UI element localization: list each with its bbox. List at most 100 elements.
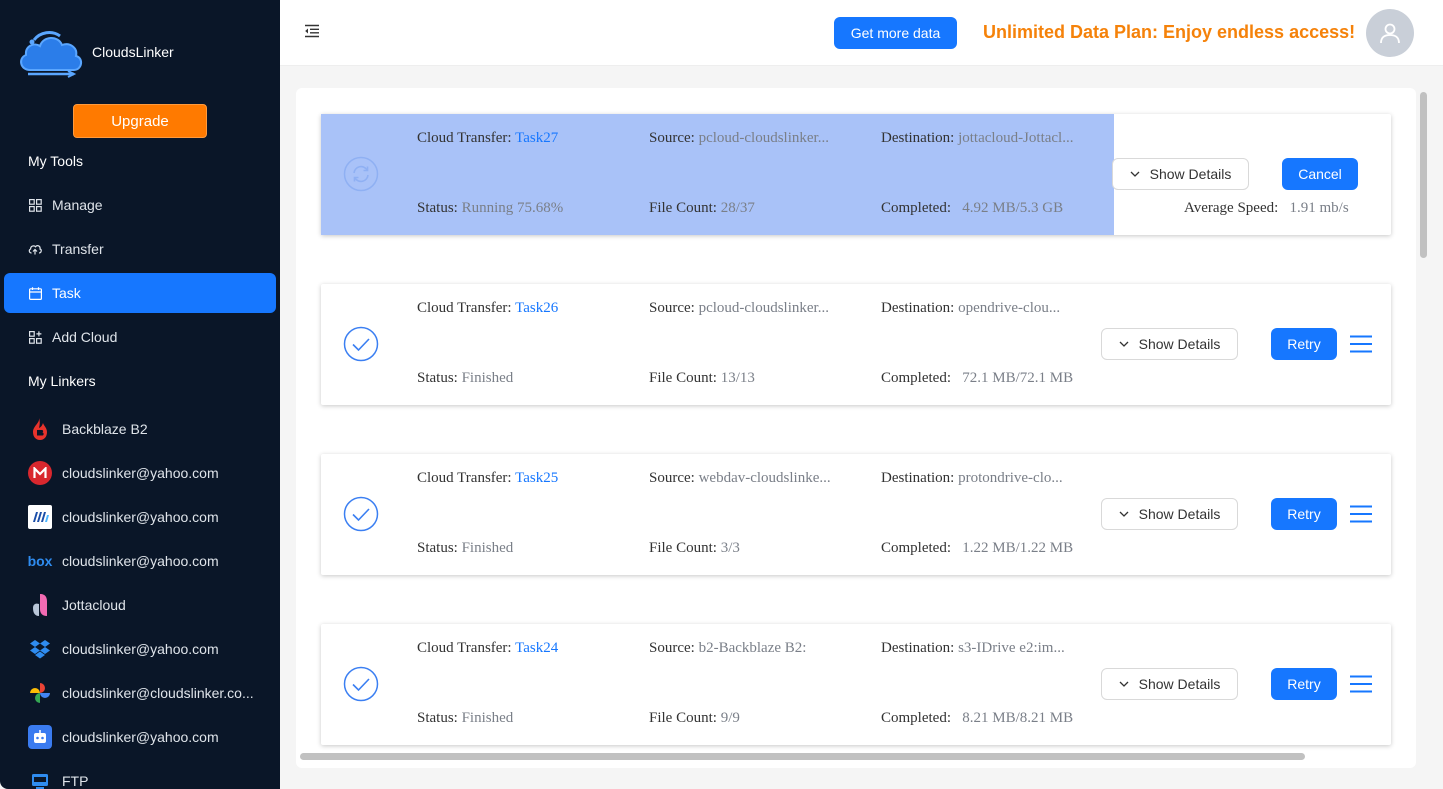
task-card: Cloud Transfer: Task26 Source: pcloud-cl… (321, 284, 1391, 405)
check-circle-icon (343, 326, 379, 362)
upgrade-button[interactable]: Upgrade (73, 104, 207, 138)
retry-button[interactable]: Retry (1271, 668, 1337, 700)
linker-item[interactable]: cloudslinker@cloudslinker.co... (28, 678, 254, 708)
source-field: Source: webdav-cloudslinke... (649, 470, 831, 486)
robot-icon (28, 725, 52, 749)
completed-field: Completed: 72.1 MB/72.1 MB (881, 370, 1074, 386)
task-name-link[interactable]: Task26 (515, 300, 558, 316)
mega-icon (28, 461, 52, 485)
status-field: Status: Finished (417, 710, 514, 726)
destination-field: Destination: protondrive-clo... (881, 470, 1063, 486)
menu-icon[interactable] (1350, 505, 1372, 523)
chevron-down-icon (1130, 171, 1140, 177)
promo-text[interactable]: Unlimited Data Plan: Enjoy endless acces… (983, 22, 1355, 43)
show-details-button[interactable]: Show Details (1101, 328, 1238, 360)
linker-item[interactable]: cloudslinker@yahoo.com (28, 634, 219, 664)
cloud-transfer-field: Cloud Transfer: Task26 (417, 300, 559, 316)
linker-label: cloudslinker@yahoo.com (62, 465, 219, 481)
cloud-logo-icon (20, 31, 82, 78)
status-field: Status: Finished (417, 540, 514, 556)
show-details-button[interactable]: Show Details (1112, 158, 1249, 190)
source-field: Source: b2-Backblaze B2: (649, 640, 807, 656)
sidebar-item-label: Add Cloud (52, 329, 118, 345)
linker-label: Jottacloud (62, 597, 126, 613)
destination-field: Destination: s3-IDrive e2:im... (881, 640, 1065, 656)
linker-label: Backblaze B2 (62, 421, 148, 437)
sidebar-item-label: Manage (52, 197, 103, 213)
task-card: Cloud Transfer: Task27 Source: pcloud-cl… (321, 114, 1391, 235)
task-name-link[interactable]: Task25 (515, 470, 558, 486)
horizontal-scrollbar[interactable] (296, 750, 1416, 762)
chevron-down-icon (1119, 341, 1129, 347)
linker-label: FTP (62, 773, 89, 789)
ftp-icon (28, 769, 52, 789)
menu-icon[interactable] (1350, 335, 1372, 353)
my-tools-title: My Tools (28, 153, 83, 169)
average-speed-field: Average Speed: 1.91 mb/s (1184, 200, 1349, 216)
task-list: Cloud Transfer: Task27 Source: pcloud-cl… (296, 88, 1416, 768)
vertical-scrollbar[interactable] (1417, 88, 1429, 748)
header: Get more data Unlimited Data Plan: Enjoy… (280, 0, 1443, 66)
sidebar-item-task[interactable]: Task (4, 273, 276, 313)
linker-label: cloudslinker@yahoo.com (62, 553, 219, 569)
vertical-scroll-thumb[interactable] (1420, 92, 1427, 258)
menu-icon[interactable] (1350, 675, 1372, 693)
linker-item[interactable]: cloudslinker@yahoo.com (28, 722, 219, 752)
sidebar: CloudsLinker Upgrade My Tools Manage Tra… (0, 0, 280, 789)
cloud-transfer-field: Cloud Transfer: Task24 (417, 640, 559, 656)
box-icon: box (27, 553, 53, 569)
source-field: Source: pcloud-cloudslinker... (649, 130, 829, 146)
file-count-field: File Count: 13/13 (649, 370, 755, 386)
grid-icon (28, 198, 42, 212)
retry-button[interactable]: Retry (1271, 498, 1337, 530)
show-details-button[interactable]: Show Details (1101, 668, 1238, 700)
idrive-icon (28, 505, 52, 529)
sync-icon (343, 156, 379, 192)
avatar[interactable] (1366, 9, 1414, 57)
sidebar-item-transfer[interactable]: Transfer (4, 229, 276, 269)
add-grid-icon (28, 330, 42, 344)
google-photos-icon (28, 681, 52, 705)
task-card: Cloud Transfer: Task25 Source: webdav-cl… (321, 454, 1391, 575)
menu-fold-icon[interactable] (304, 24, 322, 40)
task-card: Cloud Transfer: Task24 Source: b2-Backbl… (321, 624, 1391, 745)
linker-item[interactable]: Backblaze B2 (28, 414, 148, 444)
jottacloud-icon (28, 593, 52, 617)
dropbox-icon (28, 637, 52, 661)
check-circle-icon (343, 666, 379, 702)
retry-button[interactable]: Retry (1271, 328, 1337, 360)
logo[interactable]: CloudsLinker (16, 26, 174, 80)
destination-field: Destination: jottacloud-Jottacl... (881, 130, 1074, 146)
linker-label: cloudslinker@yahoo.com (62, 641, 219, 657)
cancel-button[interactable]: Cancel (1282, 158, 1358, 190)
task-name-link[interactable]: Task24 (515, 640, 558, 656)
destination-field: Destination: opendrive-clou... (881, 300, 1061, 316)
file-count-field: File Count: 3/3 (649, 540, 740, 556)
sidebar-item-label: Task (52, 285, 81, 301)
my-linkers-title: My Linkers (28, 373, 96, 389)
linker-item[interactable]: box cloudslinker@yahoo.com (28, 546, 219, 576)
linker-label: cloudslinker@cloudslinker.co... (62, 685, 254, 701)
sidebar-item-add-cloud[interactable]: Add Cloud (4, 317, 276, 357)
check-circle-icon (343, 496, 379, 532)
source-field: Source: pcloud-cloudslinker... (649, 300, 829, 316)
cloud-transfer-field: Cloud Transfer: Task27 (417, 130, 559, 146)
chevron-down-icon (1119, 511, 1129, 517)
chevron-down-icon (1119, 681, 1129, 687)
backblaze-icon (28, 417, 52, 441)
linker-item[interactable]: cloudslinker@yahoo.com (28, 502, 219, 532)
linker-item[interactable]: FTP (28, 766, 88, 789)
completed-field: Completed: 4.92 MB/5.3 GB (881, 200, 1064, 216)
linker-label: cloudslinker@yahoo.com (62, 509, 219, 525)
horizontal-scroll-thumb[interactable] (300, 753, 1305, 760)
calendar-icon (28, 286, 42, 300)
sidebar-item-label: Transfer (52, 241, 104, 257)
sidebar-item-manage[interactable]: Manage (4, 185, 276, 225)
get-more-data-button[interactable]: Get more data (834, 17, 957, 49)
completed-field: Completed: 1.22 MB/1.22 MB (881, 540, 1074, 556)
completed-field: Completed: 8.21 MB/8.21 MB (881, 710, 1074, 726)
linker-item[interactable]: cloudslinker@yahoo.com (28, 458, 219, 488)
show-details-button[interactable]: Show Details (1101, 498, 1238, 530)
task-name-link[interactable]: Task27 (515, 130, 558, 146)
linker-item[interactable]: Jottacloud (28, 590, 126, 620)
